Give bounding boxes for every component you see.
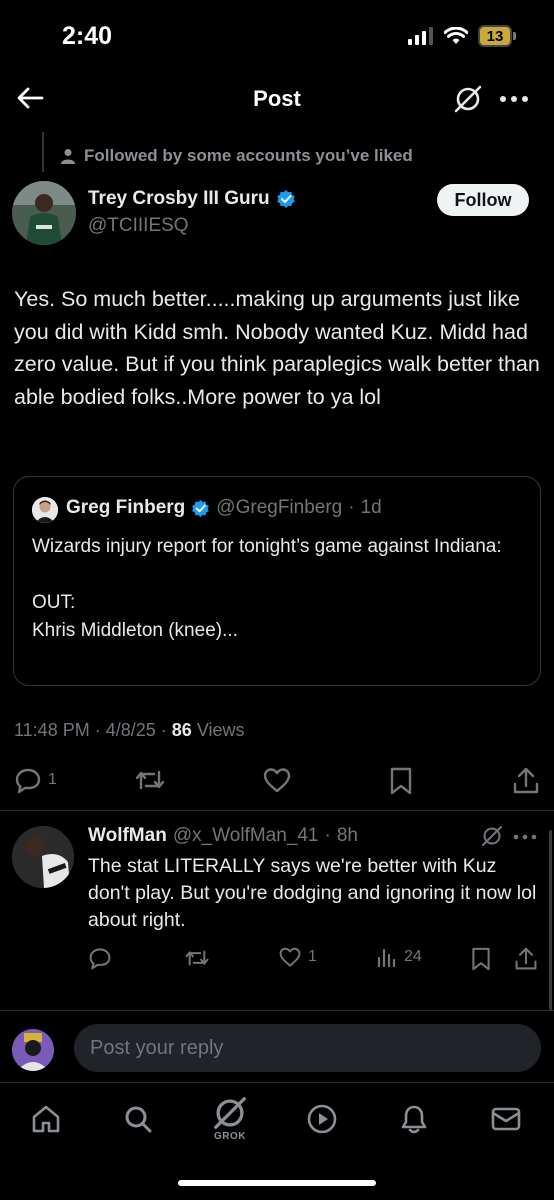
bell-icon <box>401 1105 427 1134</box>
avatar-image <box>12 826 74 888</box>
play-icon <box>307 1104 337 1134</box>
status-time: 2:40 <box>62 22 113 50</box>
post-meta: 11:48 PM · 4/8/25 · 86 Views <box>14 720 245 740</box>
quote-text: Wizards injury report for tonight’s game… <box>32 536 502 641</box>
retweet-icon <box>135 770 165 790</box>
nav-notifications[interactable] <box>394 1099 434 1139</box>
battery-indicator: 13 <box>478 25 516 47</box>
share-icon <box>515 947 537 970</box>
share-button[interactable] <box>512 766 540 796</box>
scrollbar[interactable] <box>549 830 552 1010</box>
like-button[interactable] <box>262 766 292 794</box>
reply-repost-button[interactable] <box>184 946 210 970</box>
grok-button[interactable] <box>452 83 484 115</box>
reply-bookmark-button[interactable] <box>470 946 492 972</box>
views-icon <box>377 948 396 968</box>
avatar-image <box>12 1029 54 1071</box>
grok-icon <box>214 1097 246 1129</box>
post-action-bar: 1 <box>0 760 554 800</box>
social-context-text: Followed by some accounts you’ve liked <box>84 146 413 165</box>
top-header: Post <box>0 70 554 128</box>
bookmark-button[interactable] <box>388 766 414 796</box>
reply-grok-button[interactable] <box>480 824 504 848</box>
post-time: 11:48 PM <box>14 720 90 740</box>
bookmark-icon <box>390 767 412 795</box>
quoted-post[interactable]: Greg Finberg @GregFinberg · 1d Wizards i… <box>13 476 541 686</box>
separator: · <box>324 825 331 846</box>
status-bar: 2:40 13 <box>0 0 554 70</box>
reply-count: 1 <box>48 771 57 788</box>
grok-icon <box>482 826 502 846</box>
reply-button[interactable]: 1 <box>14 766 57 794</box>
reply-author-avatar[interactable] <box>12 826 74 888</box>
views-label: Views <box>196 720 245 740</box>
reply-share-button[interactable] <box>514 946 538 972</box>
avatar-image <box>12 181 76 245</box>
share-icon <box>513 767 539 794</box>
author-handle[interactable]: @TCIIIESQ <box>88 215 189 237</box>
home-indicator[interactable] <box>178 1180 376 1186</box>
quote-age: 1d <box>360 497 382 518</box>
reply-author-handle[interactable]: @x_WolfMan_41 <box>173 825 319 847</box>
nav-search[interactable] <box>118 1099 158 1139</box>
reply-input[interactable]: Post your reply <box>74 1024 541 1072</box>
verified-badge-icon <box>192 499 210 517</box>
views-count: 86 <box>171 720 192 740</box>
status-icons: 13 <box>408 25 516 47</box>
retweet-icon <box>185 950 209 966</box>
reply-header: WolfMan @x_WolfMan_41 · 8h <box>88 825 358 847</box>
quote-header: Greg Finberg @GregFinberg · 1d <box>66 497 382 519</box>
reply-reply-button[interactable] <box>88 946 112 970</box>
quote-author-avatar <box>32 497 58 523</box>
mail-icon <box>491 1107 521 1131</box>
like-icon <box>279 947 301 967</box>
reply-composer: Post your reply <box>0 1010 554 1082</box>
battery-level: 13 <box>478 25 512 47</box>
reply-age: 8h <box>336 825 358 846</box>
divider <box>0 810 554 811</box>
reply-more-button[interactable] <box>512 828 538 846</box>
thread-line <box>42 132 44 172</box>
like-icon <box>263 768 291 793</box>
reply-author-name[interactable]: WolfMan <box>88 825 167 847</box>
reply-action-bar: 1 24 <box>0 940 554 976</box>
more-icon <box>500 96 528 102</box>
nav-home[interactable] <box>26 1099 66 1139</box>
reply-text: The stat LITERALLY says we're better wit… <box>88 855 537 931</box>
grok-icon <box>454 85 482 113</box>
nav-video[interactable] <box>302 1099 342 1139</box>
separator: · <box>348 497 355 518</box>
quote-author-name: Greg Finberg <box>66 497 186 518</box>
signal-icon <box>408 27 433 45</box>
social-context: Followed by some accounts you’ve liked <box>60 146 413 166</box>
author-name-row[interactable]: Trey Crosby III Guru <box>88 188 296 210</box>
post-text: Yes. So much better.....making up argume… <box>14 287 540 409</box>
user-avatar[interactable] <box>12 1029 54 1071</box>
grok-label: GROK <box>214 1131 246 1142</box>
person-icon <box>61 149 75 164</box>
reply-icon <box>15 768 41 794</box>
more-icon <box>513 834 537 840</box>
follow-button[interactable]: Follow <box>437 184 529 216</box>
author-name: Trey Crosby III Guru <box>88 188 270 209</box>
author-avatar[interactable] <box>12 181 76 245</box>
home-icon <box>32 1105 60 1133</box>
repost-button[interactable] <box>134 766 166 794</box>
search-icon <box>125 1106 152 1133</box>
post-date: 4/8/25 <box>105 720 156 740</box>
reply-like-count: 1 <box>308 948 317 965</box>
quote-author-handle: @GregFinberg <box>216 497 343 518</box>
reply-view-count: 24 <box>404 948 422 965</box>
more-options-button[interactable] <box>496 83 532 115</box>
reply-icon <box>89 948 111 970</box>
bookmark-icon <box>472 947 490 971</box>
reply-views-button[interactable]: 24 <box>376 946 422 968</box>
nav-grok[interactable] <box>210 1093 250 1133</box>
nav-messages[interactable] <box>486 1099 526 1139</box>
wifi-icon <box>444 27 468 44</box>
verified-badge-icon <box>276 190 295 208</box>
reply-like-button[interactable]: 1 <box>278 946 317 968</box>
